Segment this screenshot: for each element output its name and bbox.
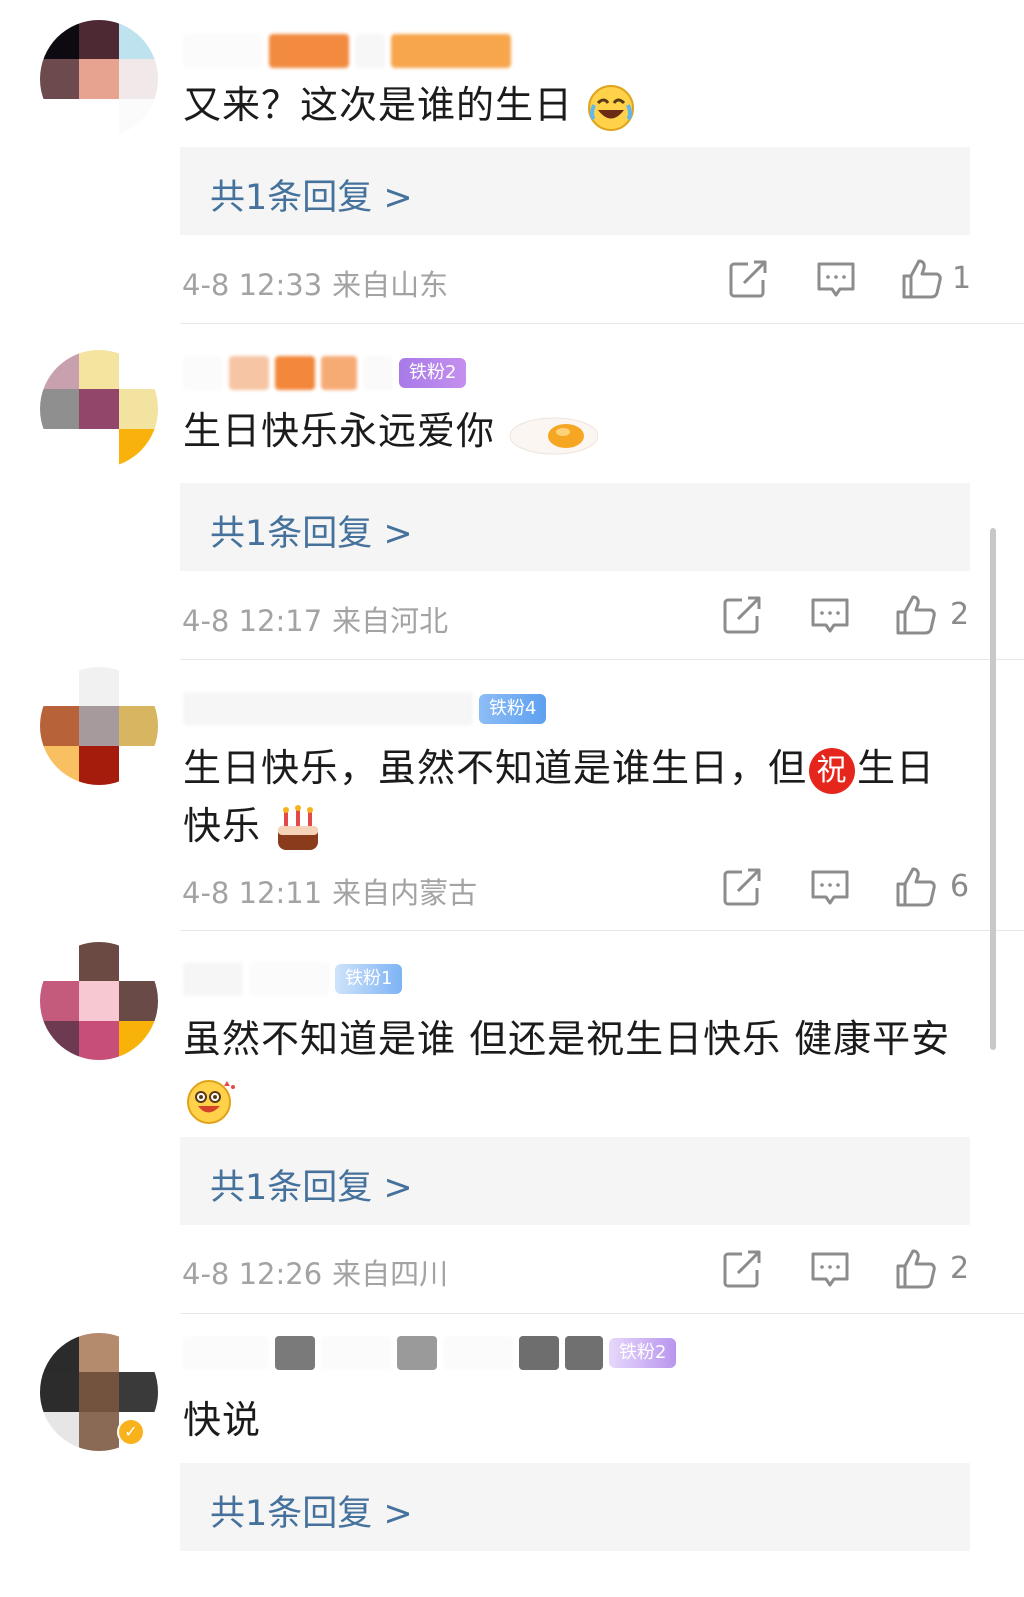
comment-icon[interactable] (808, 593, 852, 637)
comment-meta: 4-8 12:11 来自内蒙古 (182, 870, 477, 912)
username-redacted[interactable]: 铁粉4 (183, 692, 547, 726)
comment-location: 来自内蒙古 (332, 876, 478, 910)
like-count: 1 (952, 261, 972, 296)
scrollbar[interactable] (990, 528, 996, 1050)
comment-time: 4-8 12:17 (182, 604, 323, 638)
avatar[interactable] (40, 942, 158, 1060)
comment-icon[interactable] (814, 257, 858, 301)
fan-badge[interactable]: 铁粉2 (609, 1338, 677, 1368)
avatar[interactable] (40, 20, 158, 138)
comment-meta: 4-8 12:33 来自山东 (182, 262, 448, 304)
fan-badge[interactable]: 铁粉2 (399, 358, 467, 388)
view-replies-button[interactable]: 共1条回复 > (180, 147, 970, 235)
thumbs-up-icon[interactable] (894, 593, 938, 637)
divider (180, 930, 1024, 931)
username-redacted[interactable]: 铁粉2 (183, 1336, 677, 1370)
like-count: 2 (950, 597, 970, 632)
comment-actions: 2 (720, 593, 980, 637)
comment-text: 又来？这次是谁的生日 (183, 76, 636, 134)
comment-actions: 6 (720, 865, 980, 909)
comment-text: 虽然不知道是谁 但还是祝生日快乐 健康平安 (183, 1010, 973, 1126)
view-replies-button[interactable]: 共1条回复 > (180, 1463, 970, 1551)
like-count: 6 (950, 869, 970, 904)
comment-icon[interactable] (808, 865, 852, 909)
like-count: 2 (950, 1251, 970, 1286)
comment-location: 来自河北 (332, 604, 449, 638)
comment-meta: 4-8 12:26 来自四川 (182, 1251, 448, 1293)
comment-time: 4-8 12:26 (182, 1257, 323, 1291)
view-replies-button[interactable]: 共1条回复 > (180, 1137, 970, 1225)
verified-badge-icon: ✓ (117, 1418, 145, 1446)
username-redacted[interactable]: 铁粉1 (183, 962, 403, 996)
share-icon[interactable] (720, 1247, 764, 1291)
thumbs-up-icon[interactable] (894, 865, 938, 909)
comment-actions: 1 (720, 257, 980, 301)
username-redacted[interactable]: 铁粉2 (183, 356, 467, 390)
happy-face-emoji (187, 1079, 235, 1124)
fried-egg-emoji (509, 417, 599, 454)
fan-badge[interactable]: 铁粉4 (479, 694, 547, 724)
zhu-badge: 祝 (809, 747, 856, 794)
comment-location: 来自四川 (332, 1257, 449, 1291)
comment-time: 4-8 12:33 (182, 268, 323, 302)
laugh-cry-emoji (588, 84, 635, 131)
comment-location: 来自山东 (332, 268, 449, 302)
avatar[interactable] (40, 350, 158, 468)
comment-time: 4-8 12:11 (182, 876, 323, 910)
fan-badge[interactable]: 铁粉1 (335, 964, 403, 994)
username-redacted[interactable] (183, 34, 511, 68)
comment-meta: 4-8 12:17 来自河北 (182, 598, 448, 640)
share-icon[interactable] (720, 593, 764, 637)
avatar[interactable] (40, 667, 158, 785)
comment-actions: 2 (720, 1247, 980, 1291)
divider (180, 323, 1024, 324)
comment-text: 生日快乐，虽然不知道是谁生日，但祝生日 快乐 (183, 739, 935, 855)
thumbs-up-icon[interactable] (900, 257, 944, 301)
view-replies-button[interactable]: 共1条回复 > (180, 483, 970, 571)
birthday-cake-emoji (278, 804, 319, 850)
share-icon[interactable] (726, 257, 770, 301)
divider (180, 659, 1024, 660)
comment-icon[interactable] (808, 1247, 852, 1291)
divider (180, 1313, 1024, 1314)
comment-text: 生日快乐永远爱你 (183, 402, 599, 460)
thumbs-up-icon[interactable] (894, 1247, 938, 1291)
share-icon[interactable] (720, 865, 764, 909)
comment-text: 快说 (183, 1398, 262, 1442)
